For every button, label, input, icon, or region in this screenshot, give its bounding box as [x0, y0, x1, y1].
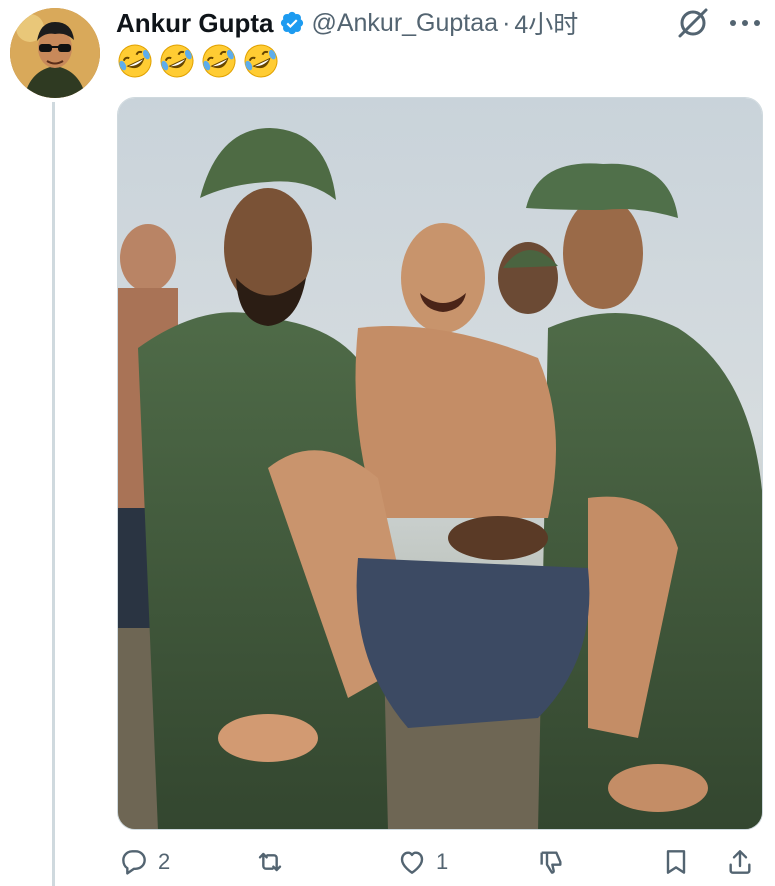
colorized-photo-soldiers-carrying-man	[118, 98, 762, 829]
more-options-icon[interactable]	[728, 16, 762, 28]
retweet-icon	[258, 852, 282, 872]
reply-icon	[122, 850, 146, 875]
separator-dot: ·	[502, 8, 511, 37]
rolling-on-floor-laughing-emoji	[202, 44, 236, 78]
avatar-cartoon-icon	[10, 8, 100, 98]
like-button[interactable]: 1	[396, 844, 448, 880]
heart-icon	[400, 851, 424, 874]
rolling-on-floor-laughing-emoji	[244, 44, 278, 78]
retweet-button[interactable]	[254, 844, 294, 880]
dislike-icon	[540, 851, 562, 874]
verified-badge-icon	[279, 10, 305, 36]
avatar[interactable]	[10, 8, 100, 98]
author-display-name[interactable]: Ankur Gupta	[116, 8, 273, 39]
bookmark-button[interactable]	[660, 844, 692, 880]
share-button[interactable]	[724, 844, 756, 880]
bookmark-icon	[666, 850, 686, 874]
rolling-on-floor-laughing-emoji	[118, 44, 152, 78]
thread-line	[52, 102, 55, 886]
dislike-button[interactable]	[535, 844, 567, 880]
grok-icon[interactable]	[676, 6, 710, 40]
tweet-text	[116, 42, 280, 82]
tweet-header: Ankur Gupta @Ankur_Guptaa · 4小时	[116, 6, 578, 40]
tweet-photo[interactable]	[117, 97, 763, 830]
author-handle[interactable]: @Ankur_Guptaa	[311, 9, 498, 38]
rolling-on-floor-laughing-emoji	[160, 44, 194, 78]
reply-button[interactable]: 2	[118, 844, 170, 880]
share-icon	[729, 850, 751, 874]
tweet-actions: 2 1	[0, 836, 775, 886]
tweet-timestamp[interactable]: 4小时	[514, 5, 578, 41]
reply-count: 2	[158, 849, 171, 874]
like-count: 1	[436, 849, 449, 874]
